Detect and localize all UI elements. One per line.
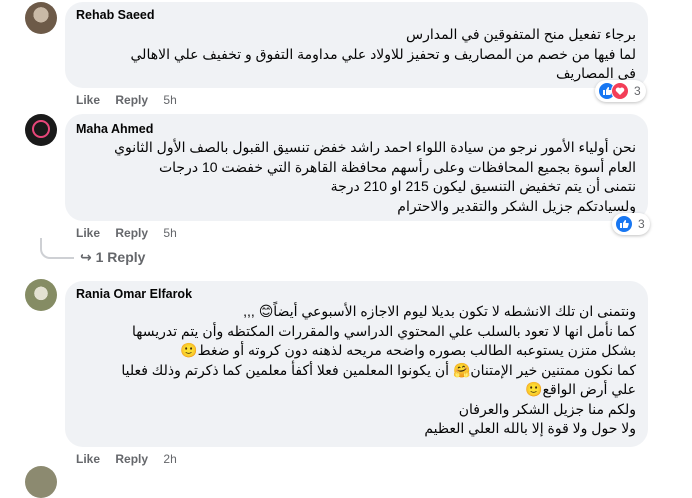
avatar[interactable]: [25, 114, 57, 146]
comment-line: نحن أولياء الأمور نرجو من سيادة اللواء ا…: [114, 139, 636, 155]
comment-bubble: Rehab Saeed برجاء تفعيل منح المتفوقين في…: [65, 2, 648, 88]
comment-bubble: Maha Ahmed نحن أولياء الأمور نرجو من سيا…: [65, 114, 648, 221]
comment-line: ولكم منا جزيل الشكر والعرفان: [458, 400, 636, 417]
comment-author[interactable]: Maha Ahmed: [76, 122, 153, 136]
comment-line: علي أرض الواقع🙂: [525, 381, 636, 397]
like-reaction-icon: [615, 215, 633, 233]
comment-bubble: Rania Omar Elfarok ونتمنى ان تلك الانشطه…: [65, 281, 648, 447]
comment-timestamp[interactable]: 5h: [163, 93, 176, 107]
comment-line: كما نأمل انها لا تعود بالسلب علي المحتوي…: [132, 322, 636, 339]
reaction-count: 3: [634, 84, 641, 98]
reaction-count: 3: [638, 217, 645, 231]
reply-thread-line: [40, 238, 74, 259]
comment-text: برجاء تفعيل منح المتفوقين في المدارس لما…: [131, 25, 636, 84]
like-button[interactable]: Like: [76, 452, 100, 466]
comment-line: ولسيادتكم جزيل الشكر والتقدير والاحترام: [397, 197, 636, 214]
reply-button[interactable]: Reply: [115, 452, 148, 466]
comment-line: ونتمنى ان تلك الانشطه لا تكون بديلا ليوم…: [243, 303, 636, 319]
comment-text: نحن أولياء الأمور نرجو من سيادة اللواء ا…: [114, 138, 636, 216]
reply-button[interactable]: Reply: [115, 226, 148, 240]
comment-line: العام أسوة بجميع المحافظات وعلى رأسهم مح…: [158, 158, 636, 175]
reply-button[interactable]: Reply: [115, 93, 148, 107]
comment-actions: Like Reply 5h: [76, 226, 177, 240]
comment-author[interactable]: Rehab Saeed: [76, 8, 155, 22]
comment-author[interactable]: Rania Omar Elfarok: [76, 287, 192, 301]
avatar-decoration: [32, 120, 50, 138]
comment-timestamp[interactable]: 5h: [163, 226, 176, 240]
comment-timestamp[interactable]: 2h: [163, 452, 176, 466]
avatar[interactable]: [25, 466, 57, 498]
comment-line: في المصاريف: [555, 65, 636, 81]
comment-line: ولا حول ولا قوة إلا بالله العلي العظيم: [424, 420, 636, 436]
reply-arrow-icon: ↪: [80, 249, 92, 265]
reaction-summary[interactable]: 3: [595, 80, 646, 102]
comment-line: برجاء تفعيل منح المتفوقين في المدارس: [406, 26, 636, 42]
comment-line: كما نكون ممتنين خير الإمتنان🤗 أن يكونوا …: [121, 361, 636, 378]
avatar[interactable]: [25, 279, 57, 311]
avatar[interactable]: [25, 2, 57, 34]
comment-actions: Like Reply 2h: [76, 452, 177, 466]
reaction-summary[interactable]: 3: [612, 213, 650, 235]
view-replies-link[interactable]: ↪ 1 Reply: [80, 249, 145, 266]
love-reaction-icon: [611, 82, 629, 100]
comment-actions: Like Reply 5h: [76, 93, 177, 107]
comment-text: ونتمنى ان تلك الانشطه لا تكون بديلا ليوم…: [121, 302, 636, 439]
comment-line: بشكل متزن يستوعبه الطالب بصوره واضحه مري…: [180, 342, 636, 358]
comment-line: نتمنى أن يتم تخفيض التنسيق ليكون 215 او …: [330, 178, 636, 194]
like-button[interactable]: Like: [76, 226, 100, 240]
view-replies-label: 1 Reply: [95, 249, 146, 265]
comment-line: لما فيها من خصم من المصاريف و تحفيز للاو…: [130, 45, 636, 62]
like-button[interactable]: Like: [76, 93, 100, 107]
